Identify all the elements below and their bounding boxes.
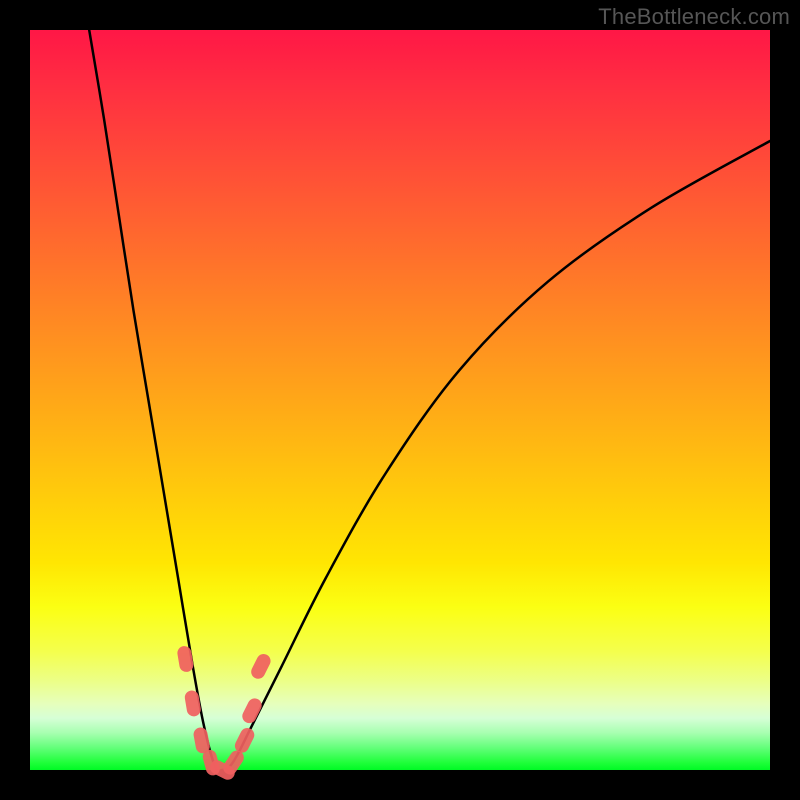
curve-marker	[184, 689, 202, 717]
watermark-text: TheBottleneck.com	[598, 4, 790, 30]
curve-marker	[176, 645, 194, 673]
plot-area	[30, 30, 770, 770]
curve-layer	[30, 30, 770, 770]
curve-marker	[249, 652, 273, 682]
chart-frame: TheBottleneck.com	[0, 0, 800, 800]
